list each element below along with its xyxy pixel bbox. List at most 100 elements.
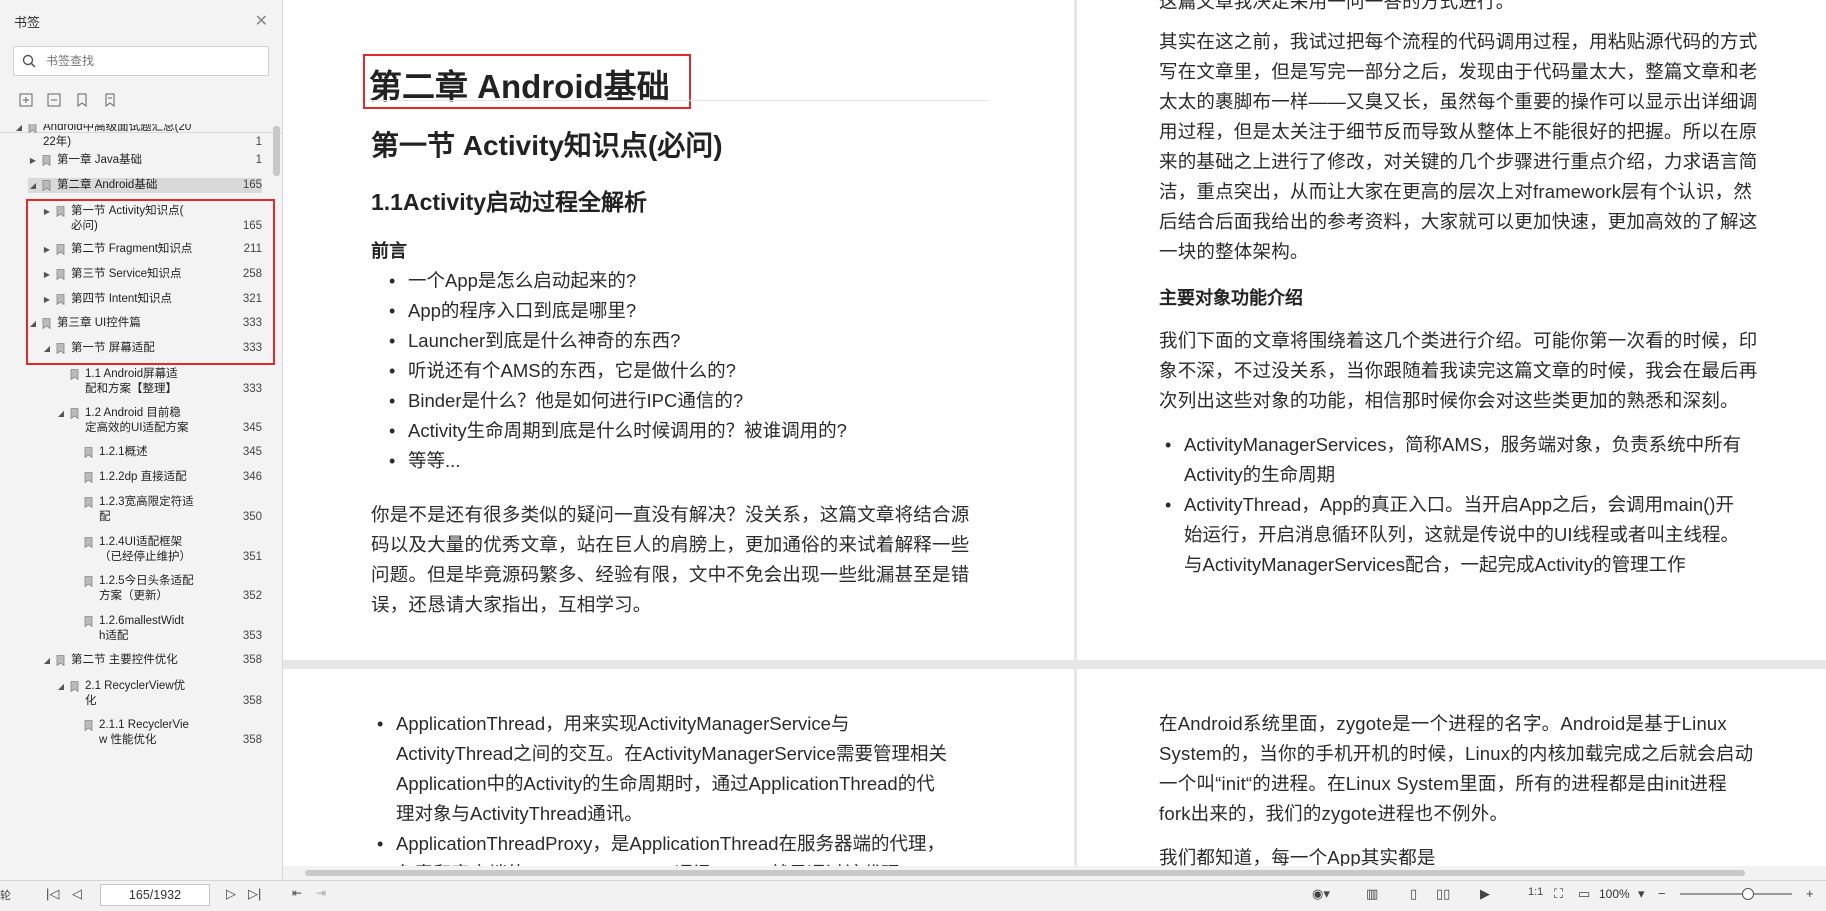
bookmark-label: 第四节 Intent知识点 (71, 293, 172, 305)
next-page-icon[interactable]: ▷ (226, 886, 236, 902)
list-item: ActivityManagerServices，简称AMS，服务端对象，负责系统… (1159, 430, 1799, 490)
expand-all-icon[interactable] (18, 92, 34, 108)
expand-arrow-icon[interactable]: ▶ (42, 245, 52, 254)
scrollbar-thumb[interactable] (305, 870, 1745, 876)
bookmark-icon (70, 369, 79, 380)
collapse-arrow-icon[interactable]: ◢ (42, 344, 52, 353)
expand-arrow-icon[interactable]: ▶ (42, 207, 52, 216)
page-number-input[interactable]: 165/1932 (100, 884, 210, 906)
list-item: ActivityThread，App的真正入口。当开启App之后，会调用main… (1159, 490, 1799, 580)
horizontal-scrollbar[interactable] (283, 866, 1826, 880)
bookmark-icon (84, 472, 93, 483)
bookmark-label: 第二章 Android基础 (57, 179, 158, 191)
bookmark-search-box[interactable] (13, 46, 269, 76)
bookmark-item[interactable]: 2.1.1 RecyclerVie w 性能优化 358 (70, 718, 262, 748)
bookmark-item[interactable]: 1.2.5今日头条适配 方案（更新） 352 (70, 574, 262, 604)
status-bar (0, 880, 1826, 911)
expand-arrow-icon[interactable]: ▶ (42, 270, 52, 279)
preface-heading: 前言 (371, 241, 407, 261)
bookmark-item[interactable]: ▶ 第四节 Intent知识点 321 (42, 292, 262, 307)
bookmark-item[interactable]: 1.2.2dp 直接适配 346 (70, 470, 262, 485)
bookmark-page-number: 165 (242, 179, 262, 191)
list-item: Binder是什么？他是如何进行IPC通信的? (383, 386, 847, 416)
collapse-arrow-icon[interactable]: ◢ (56, 409, 66, 418)
list-item: Activity生命周期到底是什么时候调用的？被谁调用的? (383, 416, 847, 446)
bookmark-label: 第一章 Java基础 (57, 154, 142, 166)
bookmark-search-input[interactable] (44, 53, 248, 69)
sidebar-scrollbar[interactable] (273, 126, 280, 176)
bookmark-item[interactable]: 1.2.4UI适配框架 （已经停止维护） 351 (70, 535, 262, 565)
last-page-icon[interactable]: ▷| (248, 886, 261, 902)
fit-page-icon[interactable]: ⛶ (1554, 886, 1563, 902)
continuous-view-icon[interactable]: ▥ (1366, 886, 1378, 902)
back-icon[interactable]: ⇤ (292, 886, 302, 900)
bookmark-page-number: 350 (242, 511, 262, 523)
collapse-arrow-icon[interactable]: ◢ (28, 319, 38, 328)
heading: 主要对象功能介绍 (1159, 288, 1303, 308)
bookmark-item[interactable]: ▶ 第一章 Java基础 1 (28, 153, 262, 168)
bookmark-item[interactable]: 1.2.3宽高限定符适 配 350 (70, 495, 262, 525)
zoom-out-icon[interactable]: − (1658, 886, 1666, 901)
bookmark-item[interactable]: ◢ 2.1 RecyclerView优 化 358 (56, 679, 262, 709)
add-bookmark-icon[interactable] (74, 92, 90, 108)
single-page-icon[interactable]: ▯ (1410, 886, 1417, 902)
zoom-dropdown-icon[interactable]: ▾ (1638, 886, 1645, 902)
bookmark-item[interactable]: ▶ 第三节 Service知识点 258 (42, 267, 262, 282)
bookmark-item[interactable]: ◢ 第三章 UI控件篇 333 (28, 316, 262, 331)
bookmark-label: 第一节 屏幕适配 (71, 342, 155, 354)
bookmark-item[interactable]: ◢ 1.2 Android 目前稳 定高效的UI适配方案 345 (56, 406, 262, 436)
bookmark-item[interactable]: 1.2.1概述 345 (70, 445, 262, 460)
first-page-icon[interactable]: |◁ (46, 886, 59, 902)
collapse-arrow-icon[interactable]: ◢ (56, 682, 66, 691)
bookmark-label: 2.1.1 RecyclerVie w 性能优化 (99, 719, 189, 746)
fit-width-icon[interactable]: ▭ (1578, 886, 1590, 902)
bookmark-label: 第三节 Service知识点 (71, 268, 182, 280)
bookmark-icon[interactable] (102, 92, 118, 108)
forward-icon[interactable]: ⇥ (316, 886, 326, 900)
bookmark-page-number: 1 (255, 154, 262, 166)
bookmark-page-number: 165 (242, 220, 262, 232)
expand-arrow-icon[interactable]: ▶ (28, 156, 38, 165)
bookmark-icon (56, 294, 65, 305)
page-right-bottom: 在Android系统里面，zygote是一个进程的名字。Android是基于Li… (1077, 669, 1826, 866)
bookmark-item[interactable]: 1.1 Android屏幕适 配和方案【整理】 333 (56, 367, 262, 397)
zoom-slider[interactable] (1680, 888, 1792, 900)
collapse-arrow-icon[interactable]: ◢ (14, 124, 24, 132)
bookmark-item[interactable]: ▶ 第二节 Fragment知识点 211 (42, 242, 262, 257)
double-page-icon[interactable]: ▯▯ (1436, 886, 1450, 902)
collapse-all-icon[interactable] (46, 92, 62, 108)
zoom-level[interactable]: 100% (1599, 887, 1630, 901)
paragraph: 我们都知道，每一个App其实都是 (1159, 847, 1436, 866)
list-item: ApplicationThread，用来实现ActivityManagerSer… (371, 709, 1031, 829)
page-left-top: 第二章 Android基础 第一节 Activity知识点(必问) 1.1Act… (283, 0, 1074, 660)
collapse-arrow-icon[interactable]: ◢ (42, 656, 52, 665)
close-icon[interactable]: ✕ (255, 11, 268, 31)
bookmark-icon (84, 616, 93, 627)
play-icon[interactable]: ▶ (1480, 886, 1490, 902)
bookmark-icon (42, 155, 51, 166)
bookmark-page-number: 358 (242, 734, 262, 746)
prev-page-icon[interactable]: ◁ (72, 886, 82, 902)
bookmark-item[interactable]: ▶ 第一节 Activity知识点( 必问) 165 (42, 204, 262, 234)
bookmark-item[interactable]: 1.2.6mallestWidt h适配 353 (70, 614, 262, 644)
bookmark-label: 1.2.5今日头条适配 方案（更新） (99, 575, 194, 602)
bookmark-item[interactable]: ◢ 第二节 主要控件优化 358 (42, 653, 262, 668)
bookmark-item[interactable]: ◢ 第二章 Android基础 165 (28, 178, 262, 193)
bookmark-icon (56, 269, 65, 280)
eye-protection-icon[interactable]: ◉▾ (1312, 886, 1330, 902)
bookmark-page-number: 345 (242, 446, 262, 458)
actual-size-icon[interactable]: 1:1 (1528, 886, 1543, 898)
list-item: 等等... (383, 446, 847, 476)
bookmark-icon (84, 497, 93, 508)
bookmark-page-number: 1 (255, 136, 262, 148)
bookmark-page-number: 333 (242, 317, 262, 329)
bookmark-item[interactable]: ◢ 第一节 屏幕适配 333 (42, 341, 262, 356)
collapse-arrow-icon[interactable]: ◢ (28, 181, 38, 190)
zoom-in-icon[interactable]: + (1806, 886, 1814, 901)
bookmark-page-number: 345 (242, 422, 262, 434)
bookmark-icon (56, 343, 65, 354)
expand-arrow-icon[interactable]: ▶ (42, 295, 52, 304)
bookmark-item[interactable]: ◢ Android中高级面试题汇总(20 22年) 1 (14, 124, 262, 150)
sidebar-title: 书签 (14, 14, 41, 30)
zoom-slider-knob[interactable] (1742, 888, 1754, 900)
